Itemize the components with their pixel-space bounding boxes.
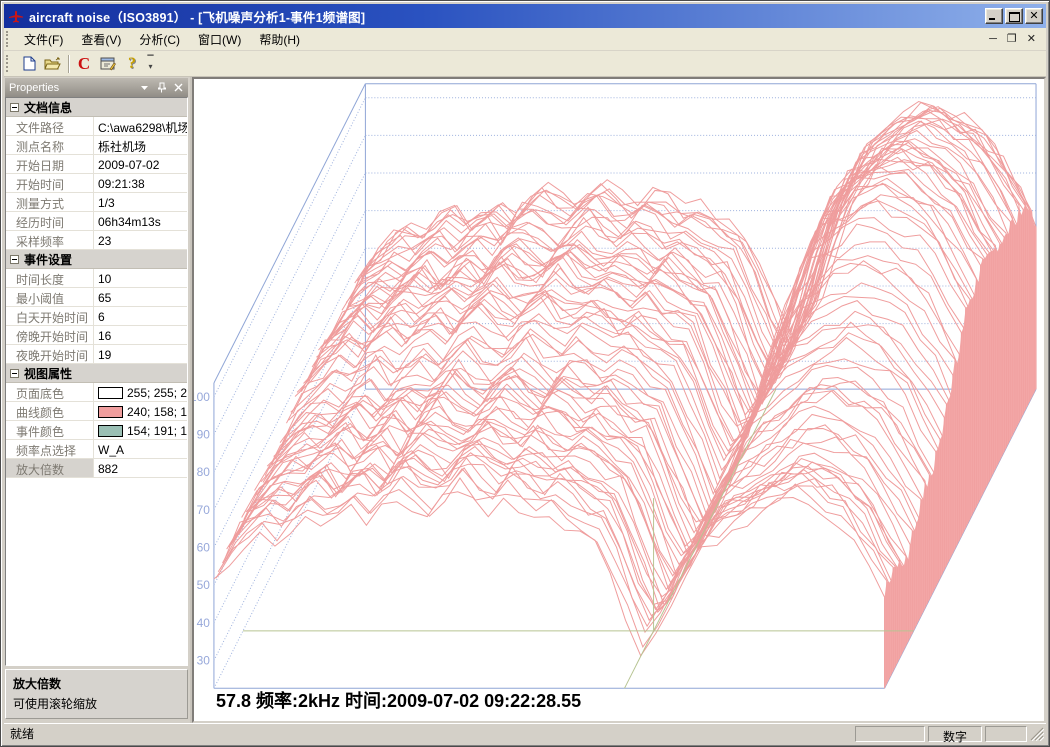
help-button[interactable]: ? [120,53,144,75]
menu-view[interactable]: 查看(V) [72,28,130,51]
property-row-page-bgcolor: 页面底色 255; 255; 25 [6,383,187,402]
property-row-evening-start: 傍晚开始时间 16 [6,326,187,345]
section-view-properties[interactable]: 视图属性 [6,364,187,383]
svg-text:100: 100 [194,390,210,404]
window-title: aircraft noise（ISO3891） - [飞机噪声分析1-事件1频谱… [29,7,985,26]
toolbar-grip[interactable] [6,55,11,73]
maximize-button[interactable] [1005,8,1023,24]
app-window: aircraft noise（ISO3891） - [飞机噪声分析1-事件1频谱… [0,0,1050,747]
svg-text:70: 70 [197,503,211,517]
mdi-minimize-icon[interactable]: ─ [989,34,997,45]
resize-grip[interactable] [1030,727,1044,741]
property-description-title: 放大倍数 [13,675,180,692]
menu-analyze[interactable]: 分析(C) [130,28,189,51]
open-file-button[interactable] [41,53,65,75]
property-row-day-start: 白天开始时间 6 [6,307,187,326]
property-row-file-path: 文件路径 C:\awa6298\机场 [6,117,187,136]
panel-title: Properties [9,82,139,94]
event-color-swatch[interactable] [98,425,123,437]
property-row-night-start: 夜晚开始时间 19 [6,345,187,364]
property-row-sample-rate: 采样频率 23 [6,231,187,250]
menubar-grip[interactable] [6,31,11,46]
menu-window[interactable]: 窗口(W) [189,28,250,51]
menu-file[interactable]: 文件(F) [15,28,72,51]
close-button[interactable]: ✕ [1025,8,1043,24]
property-row-start-date: 开始日期 2009-07-02 [6,155,187,174]
svg-text:50: 50 [197,578,211,592]
status-message: 就绪 [10,725,852,742]
cursor-readout: 57.8 频率:2kHz 时间:2009-07-02 09:22:28.55 [216,687,581,713]
help-icon: ? [128,56,136,72]
status-pane-1 [855,726,925,742]
property-row-elapsed-time: 经历时间 06h34m13s [6,212,187,231]
property-row-min-threshold: 最小阈值 65 [6,288,187,307]
new-file-button[interactable] [17,53,41,75]
property-row-curve-color: 曲线颜色 240; 158; 15 [6,402,187,421]
collapse-minus-icon[interactable] [10,369,19,378]
open-folder-icon [44,57,62,71]
svg-text:90: 90 [197,428,211,442]
property-row-start-time: 开始时间 09:21:38 [6,174,187,193]
c-icon: C [78,55,90,72]
property-row-zoom-factor: 放大倍数 882 [6,459,187,478]
status-pane-num: 数字 [928,726,982,742]
panel-pin-icon[interactable] [156,82,167,93]
title-bar[interactable]: aircraft noise（ISO3891） - [飞机噪声分析1-事件1频谱… [4,4,1046,28]
panel-close-icon[interactable] [173,82,184,93]
property-row-measure-mode: 测量方式 1/3 [6,193,187,212]
waterfall-3d-chart[interactable]: 30 40 50 60 70 80 90 100 [194,79,1044,721]
menu-help[interactable]: 帮助(H) [250,28,309,51]
status-bar: 就绪 数字 [4,723,1046,743]
property-grid: 文档信息 文件路径 C:\awa6298\机场 测点名称 栎社机场 开始日期 2… [5,97,188,666]
menu-bar: 文件(F) 查看(V) 分析(C) 窗口(W) 帮助(H) ─ ❐ ✕ [4,28,1046,51]
property-row-event-color: 事件颜色 154; 191; 18 [6,421,187,440]
property-description-box: 放大倍数 可使用滚轮缩放 [5,669,188,719]
properties-panel: Properties 文档信息 文件路径 C:\awa6298\机场 测点 [4,77,190,723]
collapse-minus-icon[interactable] [10,255,19,264]
svg-text:80: 80 [197,465,211,479]
collapse-minus-icon[interactable] [10,103,19,112]
new-document-icon [23,56,36,71]
page-bg-color-swatch[interactable] [98,387,123,399]
app-airplane-icon [7,8,25,24]
analysis-c-button[interactable]: C [72,53,96,75]
property-row-site-name: 测点名称 栎社机场 [6,136,187,155]
overflow-chevron-icon: ▾ [148,64,152,70]
properties-dialog-button[interactable] [96,53,120,75]
property-form-icon [100,56,116,71]
toolbar: C ? ▔▾ [4,51,1046,77]
minimize-button[interactable] [985,8,1003,24]
panel-menu-chevron-icon[interactable] [139,82,150,93]
toolbar-separator [68,55,69,73]
status-pane-2 [985,726,1027,742]
spectrogram-view[interactable]: 30 40 50 60 70 80 90 100 57.8 频率:2kHz 时间:2009-0… [192,77,1046,723]
mdi-close-icon[interactable]: ✕ [1027,34,1036,45]
property-description-text: 可使用滚轮缩放 [13,695,180,712]
property-row-freq-point: 频率点选择 W_A [6,440,187,459]
section-document-info[interactable]: 文档信息 [6,98,187,117]
mdi-restore-icon[interactable]: ❐ [1007,34,1017,45]
svg-text:30: 30 [197,653,211,667]
svg-text:40: 40 [197,616,211,630]
toolbar-overflow-button[interactable]: ▔▾ [144,53,157,75]
svg-text:60: 60 [197,540,211,554]
properties-panel-header[interactable]: Properties [5,78,188,97]
property-row-time-length: 时间长度 10 [6,269,187,288]
main-area: Properties 文档信息 文件路径 C:\awa6298\机场 测点 [4,77,1046,723]
section-event-settings[interactable]: 事件设置 [6,250,187,269]
curve-color-swatch[interactable] [98,406,123,418]
